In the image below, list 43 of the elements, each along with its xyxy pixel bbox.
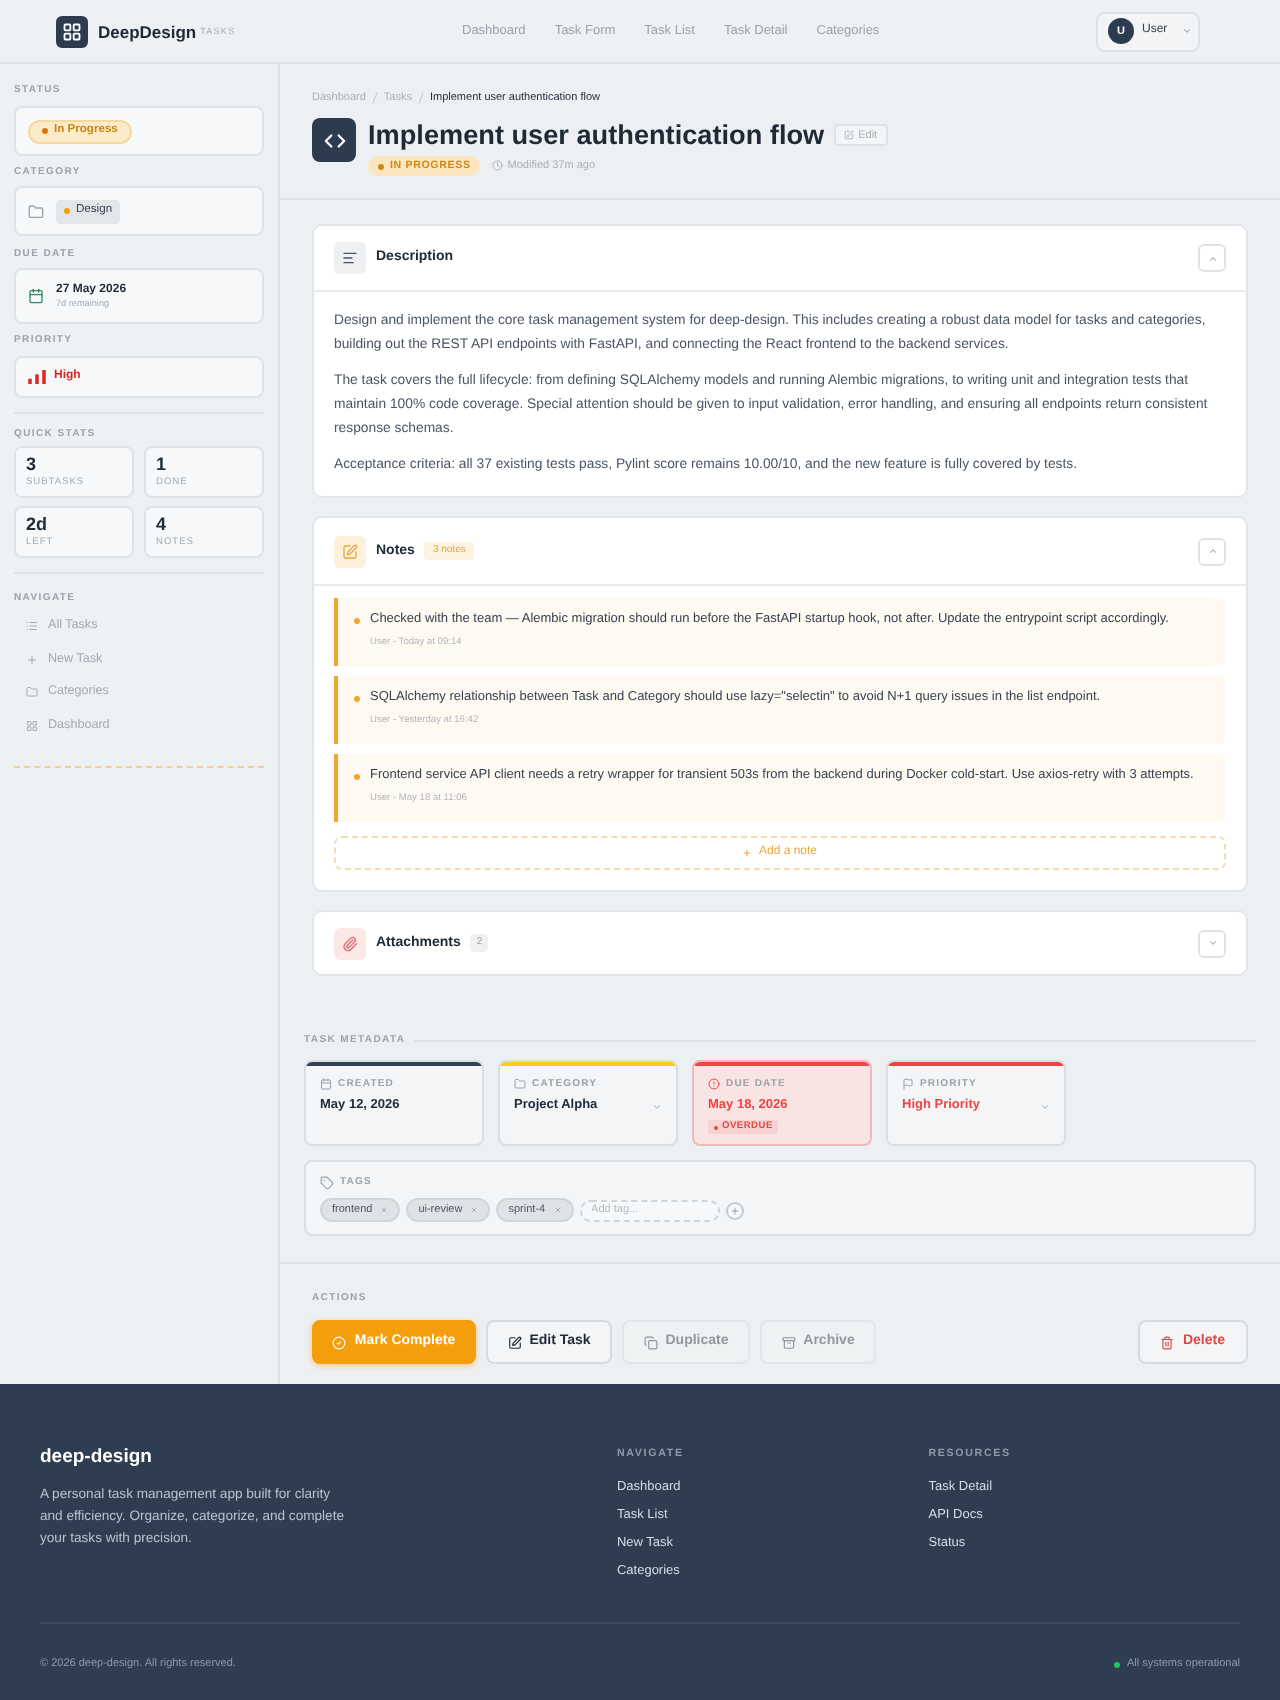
grid-icon (26, 719, 38, 732)
bars-icon (28, 370, 46, 384)
grid-logo-icon (56, 15, 88, 47)
paperclip-icon (334, 927, 366, 959)
pencil-square-icon (334, 535, 366, 567)
plus-icon (26, 653, 38, 666)
copy-icon (643, 1335, 658, 1349)
folder-icon (28, 203, 44, 219)
stat-value: 1 (156, 454, 169, 476)
flag-icon (902, 1078, 914, 1090)
archive-icon (781, 1335, 796, 1349)
tag-icon (320, 1175, 334, 1189)
calendar-icon (28, 288, 44, 304)
trash-icon (1160, 1335, 1175, 1349)
plus-icon (729, 1205, 740, 1215)
brand-name: DeepDesign (98, 21, 197, 41)
slash-icon (417, 92, 424, 104)
plus-icon (742, 848, 753, 858)
calendar-icon (320, 1078, 332, 1090)
stat-value: 3 (26, 454, 39, 476)
footer-brand: deep-design (40, 1446, 154, 1470)
text-lines-icon (334, 242, 366, 274)
chevron-up-icon (1207, 253, 1217, 263)
folder-icon (514, 1078, 526, 1090)
collapse-button[interactable] (1198, 929, 1226, 957)
list-icon (26, 620, 38, 633)
collapse-button[interactable] (1198, 537, 1226, 565)
stat-value: 4 (156, 514, 169, 536)
add-tag-button[interactable] (725, 1201, 744, 1219)
check-circle-icon (332, 1335, 347, 1349)
clock-icon (492, 160, 504, 172)
collapse-button[interactable] (1198, 244, 1226, 272)
stat-value: 2d (26, 514, 50, 536)
slash-icon (371, 92, 378, 104)
task-title: Implement user authentication flow (368, 118, 825, 152)
pencil-square-icon (507, 1335, 522, 1349)
folder-icon (26, 686, 38, 699)
code-icon (312, 118, 356, 162)
caret-icon (1181, 26, 1192, 36)
alert-circle-icon (708, 1078, 720, 1090)
chevron-up-icon (1207, 546, 1217, 556)
pencil-square-icon (844, 130, 855, 140)
chevron-down-icon (1207, 938, 1217, 948)
